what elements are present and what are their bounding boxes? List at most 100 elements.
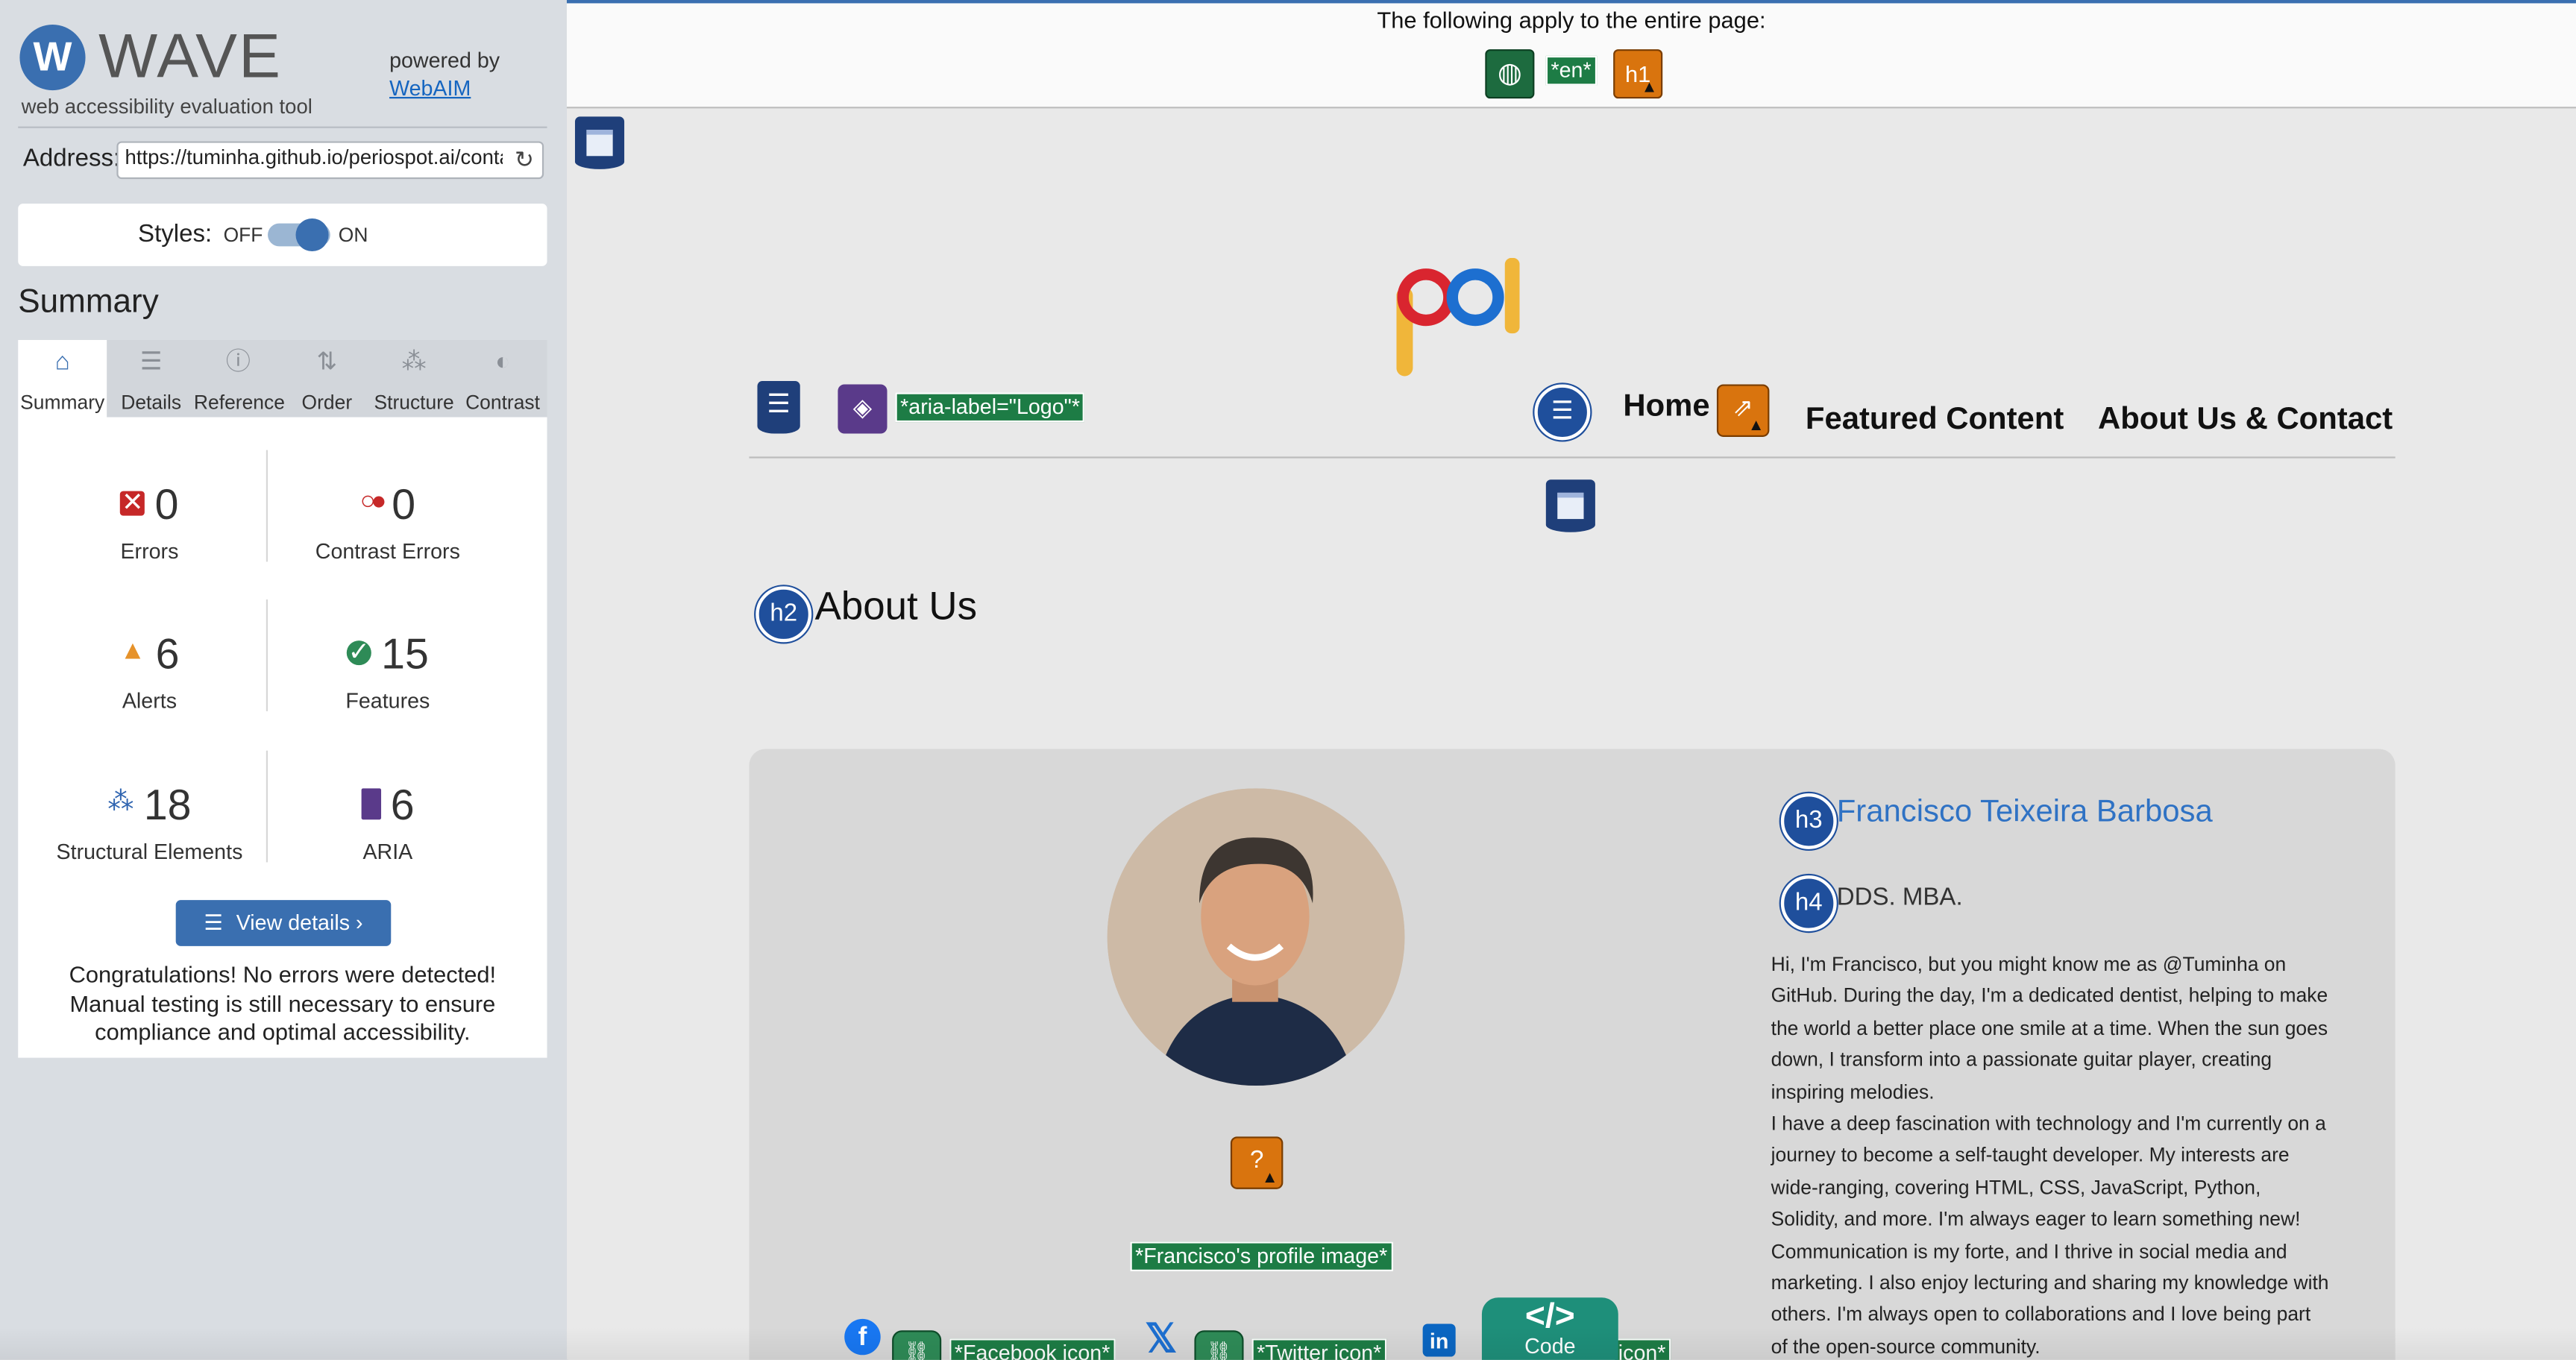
info-icon: ⓘ [225,347,251,377]
reload-icon[interactable]: ↻ [515,146,534,174]
tab-label: Contrast [465,391,540,415]
twitter-link-icon[interactable]: ⛓ [1194,1330,1244,1360]
address-bar: ↻ [116,141,544,180]
facebook-alt-label: *Facebook icon* [949,1338,1115,1360]
nav-divider [749,456,2396,459]
bio-paragraph: Communication is my forte, and I thrive … [1771,1239,2329,1359]
aria-book-icon [361,787,381,819]
structure-tree-icon: ⁂ [107,788,134,817]
lang-label: *en* [1545,55,1597,86]
address-label: Address: [22,144,121,173]
code-label: Code [1524,1333,1576,1359]
profile-portrait-image [1107,788,1405,1086]
about-us-heading: About Us [814,585,978,629]
page-level-bar: The following apply to the entire page: … [566,0,2576,109]
view-details-label: View details › [236,910,363,935]
features-label: Features [345,687,430,714]
tab-structure[interactable]: ⁂ Structure [370,340,459,418]
powered-by-text: powered by [389,47,500,72]
wave-logo-icon: W [19,25,86,91]
twitter-x-icon[interactable]: 𝕏 [1145,1315,1177,1360]
address-input[interactable] [125,146,503,169]
stat-structural[interactable]: ⁂ 18 Structural Elements [26,778,272,863]
feature-check-icon: ✓ [346,638,371,667]
aria-logo-label: *aria-label="Logo"* [895,392,1085,423]
summary-panel: ✕ 0 Errors ○● 0 Contrast Errors ▲ 6 Alerts … [18,417,547,1058]
landmark-main-icon[interactable] [1545,479,1595,532]
page-level-text: The following apply to the entire page: [1377,6,1766,34]
stat-errors[interactable]: ✕ 0 Errors [26,478,272,564]
order-icon: ⇅ [316,347,338,377]
profile-bio: Hi, I'm Francisco, but you might know me… [1771,949,2330,1360]
alerts-label: Alerts [122,687,178,714]
facebook-link-icon[interactable]: ⛓ [892,1330,942,1360]
twitter-alt-label: *Twitter icon* [1251,1338,1386,1360]
structure-icon: ⁂ [401,347,427,377]
linkedin-alt-label: icon* [1613,1338,1671,1360]
profile-credentials: DDS. MBA. [1836,884,1963,912]
styles-on-label: ON [338,223,368,247]
tab-label: Structure [374,391,454,415]
nav-featured-link[interactable]: Featured Content [1806,403,2064,438]
facebook-icon[interactable]: f [844,1318,881,1356]
error-icon: ✕ [120,488,145,517]
language-globe-icon[interactable]: ◍ [1485,49,1535,99]
wave-subtitle: web accessibility evaluation tool [21,95,312,119]
code-icon: </> [1524,1297,1575,1335]
h3-label: h3 [1794,806,1823,835]
warning-triangle-icon: ▲ [1261,1169,1278,1188]
styles-label: Styles: [138,220,213,248]
contrast-icon: ◐ [495,347,511,377]
styles-toggle-panel: Styles: OFF ON [18,204,547,266]
list-icon: ☰ [139,347,163,377]
summary-heading: Summary [18,284,159,321]
nav-landmark-icon[interactable]: ☰ [757,381,800,434]
tab-label: Details [121,391,182,415]
nav-about-link[interactable]: About Us & Contact [2098,403,2393,438]
alerts-count: 6 [155,629,180,679]
contrast-error-icon: ○● [359,488,387,516]
profile-photo [1107,788,1405,1086]
stat-alerts[interactable]: ▲ 6 Alerts [26,627,272,713]
stat-aria[interactable]: 6 ARIA [265,778,511,864]
h4-icon[interactable]: h4 [1780,875,1837,931]
h3-icon[interactable]: h3 [1780,793,1837,849]
tab-summary[interactable]: ⌂ Summary [18,339,107,418]
bio-paragraph: Hi, I'm Francisco, but you might know me… [1771,952,2328,1104]
webaim-link[interactable]: WebAIM [389,74,500,101]
aria-tag-icon[interactable]: ◈ [838,384,888,434]
contrast-errors-count: 0 [392,479,416,529]
view-details-button[interactable]: ☰ View details › [175,900,392,946]
linkedin-icon[interactable]: in [1422,1323,1456,1357]
errors-label: Errors [120,538,179,564]
styles-toggle-knob[interactable] [295,218,329,252]
tab-details[interactable]: ☰ Details [107,340,195,418]
code-toggle-button[interactable]: </> Code [1481,1297,1618,1360]
list-icon: ☰ [204,910,224,935]
landmark-header-icon[interactable] [574,116,625,169]
h2-label: h2 [770,599,798,628]
nav-home-link[interactable]: Home [1623,389,1709,425]
wave-app: W WAVE web accessibility evaluation tool… [0,0,2576,1360]
bio-paragraph: I have a deep fascination with technolog… [1771,1112,2326,1231]
aria-label: ARIA [362,839,413,864]
powered-by: powered by WebAIM [389,46,500,102]
structural-count: 18 [143,780,192,830]
warning-triangle-icon: ▲ [1641,78,1658,97]
h4-label: h4 [1794,888,1823,917]
stat-features[interactable]: ✓ 15 Features [265,627,511,713]
unordered-list-icon[interactable]: ☰ [1534,384,1591,441]
evaluated-page: The following apply to the entire page: … [566,0,2576,1360]
home-icon: ⌂ [54,347,70,377]
tab-label: Order [301,391,353,415]
styles-off-label: OFF [223,223,263,247]
aria-count: 6 [390,780,415,830]
wave-logo-text: WAVE [98,22,283,92]
wave-sidebar: W WAVE web accessibility evaluation tool… [0,0,569,1360]
tab-order[interactable]: ⇅ Order [283,340,371,418]
stat-contrast-errors[interactable]: ○● 0 Contrast Errors [265,478,511,563]
tab-reference[interactable]: ⓘ Reference [193,340,285,418]
tab-label: Reference [193,391,285,415]
h2-icon[interactable]: h2 [755,586,812,643]
tab-contrast[interactable]: ◐ Contrast [459,340,547,418]
